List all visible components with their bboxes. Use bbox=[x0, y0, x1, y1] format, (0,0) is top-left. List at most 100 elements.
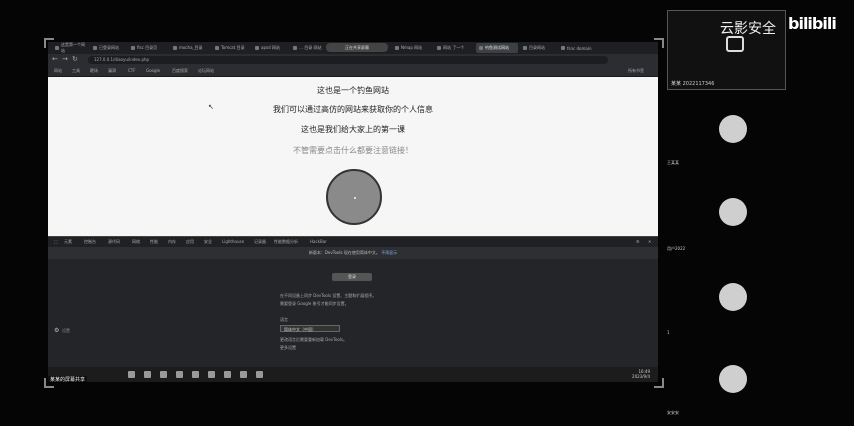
more-settings-link[interactable]: 更多设置 bbox=[280, 345, 430, 351]
devtools-panel: 新版本：DevTools 现在使用简体中文。 不再显示 登录 在不同设备上同步 … bbox=[48, 247, 658, 367]
settings-label: 设置 bbox=[62, 328, 70, 333]
favicon-icon bbox=[523, 46, 527, 50]
devtools-tab[interactable]: HackBar bbox=[310, 239, 327, 244]
taskbar-app-icon[interactable] bbox=[144, 371, 151, 378]
frame-corner bbox=[44, 38, 54, 48]
taskbar-app-icon[interactable] bbox=[208, 371, 215, 378]
page-line: 我们可以通过高仿的网站来获取你的个人信息 bbox=[273, 105, 433, 114]
notice-dismiss-link[interactable]: 不再显示 bbox=[381, 250, 397, 255]
participant-name: 1 bbox=[667, 330, 670, 335]
settings-panel: 登录 在不同设备上同步 DevTools 设置、主题和扩展程序。 需要登录 Go… bbox=[280, 269, 430, 359]
bookmark[interactable]: 工具 bbox=[72, 68, 80, 74]
back-icon[interactable]: ← bbox=[52, 56, 59, 63]
panel-text: 需要登录 Google 账号才能同步设置。 bbox=[280, 301, 349, 306]
taskbar-app-icon[interactable] bbox=[256, 371, 263, 378]
bilibili-logo: bilibili bbox=[788, 14, 837, 33]
favicon-icon bbox=[561, 46, 565, 50]
devtools-tab[interactable]: 性能 bbox=[150, 239, 158, 245]
favicon-icon bbox=[131, 46, 135, 50]
participant-name: 用户2022 bbox=[667, 246, 686, 251]
center-dot bbox=[354, 197, 356, 199]
browser-tab[interactable]: 目录网站 bbox=[520, 43, 556, 53]
page-line: 这也是我们给大家上的第一课 bbox=[301, 125, 405, 134]
browser-tab[interactable]: 网站 了一个 bbox=[434, 43, 474, 53]
reload-icon[interactable]: ↻ bbox=[72, 56, 79, 63]
address-row: ← → ↻ 127.0.0.1/diaoyu/index.php bbox=[48, 54, 658, 66]
frame-corner bbox=[654, 378, 664, 388]
avatar[interactable] bbox=[719, 365, 747, 393]
panel-text: 更改语言后需要重新加载 DevTools。 bbox=[280, 337, 348, 342]
devtools-tab[interactable]: Lighthouse bbox=[222, 239, 244, 244]
browser-tab[interactable]: mocha_目录 bbox=[170, 43, 210, 53]
page-line: 这也是一个钓鱼网站 bbox=[317, 86, 389, 95]
all-bookmarks[interactable]: 所有书签 bbox=[628, 68, 644, 74]
bookmark[interactable]: Google bbox=[146, 68, 160, 73]
devtools-settings-icon[interactable]: ⚙ bbox=[636, 239, 640, 244]
devtools-tab[interactable]: 应用 bbox=[186, 239, 194, 245]
gear-icon[interactable]: ⚙ bbox=[54, 327, 59, 334]
sign-in-button[interactable]: 登录 bbox=[332, 273, 372, 281]
devtools-inspect-icon[interactable]: ⬚ bbox=[54, 239, 58, 244]
brand-text: 云影安全 bbox=[720, 21, 776, 37]
favicon-icon bbox=[55, 46, 59, 50]
forward-icon[interactable]: → bbox=[62, 56, 69, 63]
devtools-tab[interactable]: 性能数据分析 bbox=[274, 239, 298, 245]
favicon-icon bbox=[395, 46, 399, 50]
bookmark[interactable]: 网站 bbox=[54, 68, 62, 74]
screen-share-indicator[interactable]: 正在共享屏幕 bbox=[326, 43, 388, 52]
address-bar[interactable]: 127.0.0.1/diaoyu/index.php bbox=[88, 56, 608, 64]
browser-tab-active[interactable]: 钓鱼测试网站 bbox=[476, 43, 518, 53]
bookmarks-bar: 网站 工具 靶场 漏洞 CTF Google 百度搜索 论坛网站 所有书签 bbox=[48, 66, 658, 77]
bookmark[interactable]: 靶场 bbox=[90, 68, 98, 74]
participant-name: 安安安 bbox=[667, 410, 679, 415]
taskbar-app-icon[interactable] bbox=[192, 371, 199, 378]
devtools-tab[interactable]: 源代码 bbox=[108, 239, 120, 245]
panel-text: 在不同设备上同步 DevTools 设置、主题和扩展程序。 bbox=[280, 293, 377, 298]
browser-tab[interactable]: 这是第一个网站 bbox=[52, 42, 88, 53]
devtools-notice: 新版本：DevTools 现在使用简体中文。 不再显示 bbox=[48, 247, 658, 259]
taskbar: 16:49 2023/9/4 bbox=[48, 367, 658, 382]
avatar[interactable] bbox=[719, 115, 747, 143]
bookmark[interactable]: CTF bbox=[128, 68, 136, 73]
taskbar-app-icon[interactable] bbox=[160, 371, 167, 378]
devtools-tab[interactable]: 内存 bbox=[168, 239, 176, 245]
bookmark[interactable]: 论坛网站 bbox=[198, 68, 214, 74]
devtools-tab[interactable]: 安全 bbox=[204, 239, 212, 245]
favicon-icon bbox=[215, 46, 219, 50]
browser-tab[interactable]: Tomcat 目录 bbox=[212, 43, 250, 53]
system-clock: 16:49 2023/9/4 bbox=[632, 369, 650, 379]
page-link-line[interactable]: 不管需要点击什么都要注意链接！ bbox=[48, 145, 658, 156]
taskbar-app-icon[interactable] bbox=[224, 371, 231, 378]
devtools-close-icon[interactable]: ✕ bbox=[648, 239, 651, 244]
devtools-tab[interactable]: 网络 bbox=[132, 239, 140, 245]
phishing-page: 这也是一个钓鱼网站 我们可以通过高仿的网站来获取你的个人信息 这也是我们给大家上… bbox=[48, 77, 658, 236]
frame-corner bbox=[44, 378, 54, 388]
taskbar-app-icon[interactable] bbox=[240, 371, 247, 378]
devtools-tab[interactable]: 记录器 bbox=[254, 239, 266, 245]
participant-name: 王某某 bbox=[667, 160, 679, 165]
favicon-icon bbox=[479, 46, 483, 50]
taskbar-app-icon[interactable] bbox=[176, 371, 183, 378]
browser-tab[interactable]: 已登录网站 bbox=[90, 43, 126, 53]
frame-corner bbox=[654, 38, 664, 48]
favicon-icon bbox=[93, 46, 97, 50]
browser-tab[interactable]: fsnc domain bbox=[558, 43, 600, 53]
favicon-icon bbox=[437, 46, 441, 50]
language-select[interactable]: 简体中文（中国） bbox=[280, 325, 340, 332]
bookmark[interactable]: 百度搜索 bbox=[172, 68, 188, 74]
favicon-icon bbox=[255, 46, 259, 50]
avatar[interactable] bbox=[719, 283, 747, 311]
devtools-tab[interactable]: 控制台 bbox=[84, 239, 96, 245]
shared-screen: 这是第一个网站 已登录网站 fisc 目录页 mocha_目录 Tomcat 目… bbox=[48, 42, 658, 383]
browser-tab[interactable]: apsd 网站 bbox=[252, 43, 288, 53]
browser-tab[interactable]: fisc 目录页 bbox=[128, 43, 168, 53]
taskbar-app-icon[interactable] bbox=[128, 371, 135, 378]
browser-tab[interactable]: Nmap 网站 bbox=[392, 43, 432, 53]
browser-tab[interactable]: … 目录 网站 bbox=[290, 43, 324, 53]
devtools-tab[interactable]: 元素 bbox=[64, 239, 72, 245]
notice-text: 新版本：DevTools 现在使用简体中文。 bbox=[308, 250, 380, 255]
tv-icon bbox=[726, 36, 744, 52]
phishing-button[interactable] bbox=[326, 169, 382, 225]
avatar[interactable] bbox=[719, 198, 747, 226]
bookmark[interactable]: 漏洞 bbox=[108, 68, 116, 74]
